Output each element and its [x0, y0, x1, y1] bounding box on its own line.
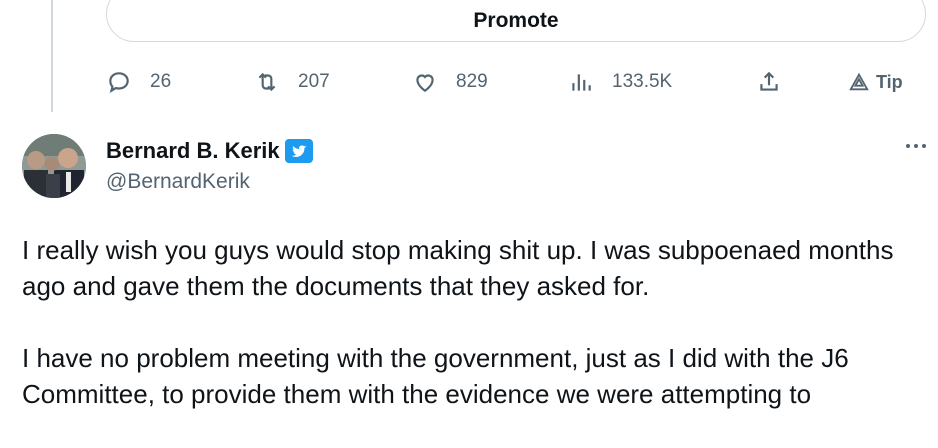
like-button[interactable]: 829: [412, 66, 488, 98]
tweet-text: I really wish you guys would stop making…: [22, 232, 922, 448]
bird-icon: [291, 145, 307, 158]
tweet-action-bar: 26 207 829 133.5K Tip: [0, 66, 938, 98]
retweet-button[interactable]: 207: [254, 66, 330, 98]
tip-button[interactable]: Tip: [848, 66, 903, 98]
tip-label: Tip: [876, 71, 903, 92]
views-count: 133.5K: [612, 71, 673, 92]
tip-icon: [849, 72, 869, 91]
reply-count: 26: [150, 71, 172, 92]
promote-button[interactable]: Promote: [106, 0, 926, 42]
more-options-icon[interactable]: [906, 144, 926, 148]
author-handle[interactable]: @BernardKerik: [106, 170, 250, 194]
avatar-photo: [22, 134, 86, 198]
reply-button[interactable]: 26: [106, 66, 171, 98]
more-dot: [914, 144, 918, 148]
tweet-paragraph-1: I really wish you guys would stop making…: [22, 235, 894, 301]
author-display-name[interactable]: Bernard B. Kerik: [106, 138, 280, 164]
tweet-header: Bernard B. Kerik @BernardKerik: [0, 132, 938, 202]
views-button[interactable]: 133.5K: [568, 66, 672, 98]
like-count: 829: [456, 71, 488, 92]
retweet-count: 207: [298, 71, 330, 92]
tweet-paragraph-2: I have no problem meeting with the gover…: [22, 343, 849, 409]
author-name-row: Bernard B. Kerik: [106, 138, 313, 164]
views-icon: [572, 74, 591, 91]
retweet-icon: [258, 72, 276, 92]
more-dot: [922, 144, 926, 148]
reply-icon: [109, 72, 129, 93]
more-dot: [906, 144, 910, 148]
share-button[interactable]: [756, 66, 782, 98]
avatar[interactable]: [22, 134, 86, 198]
verified-badge-icon: [284, 139, 313, 163]
like-icon: [416, 74, 434, 92]
share-icon: [760, 71, 778, 91]
